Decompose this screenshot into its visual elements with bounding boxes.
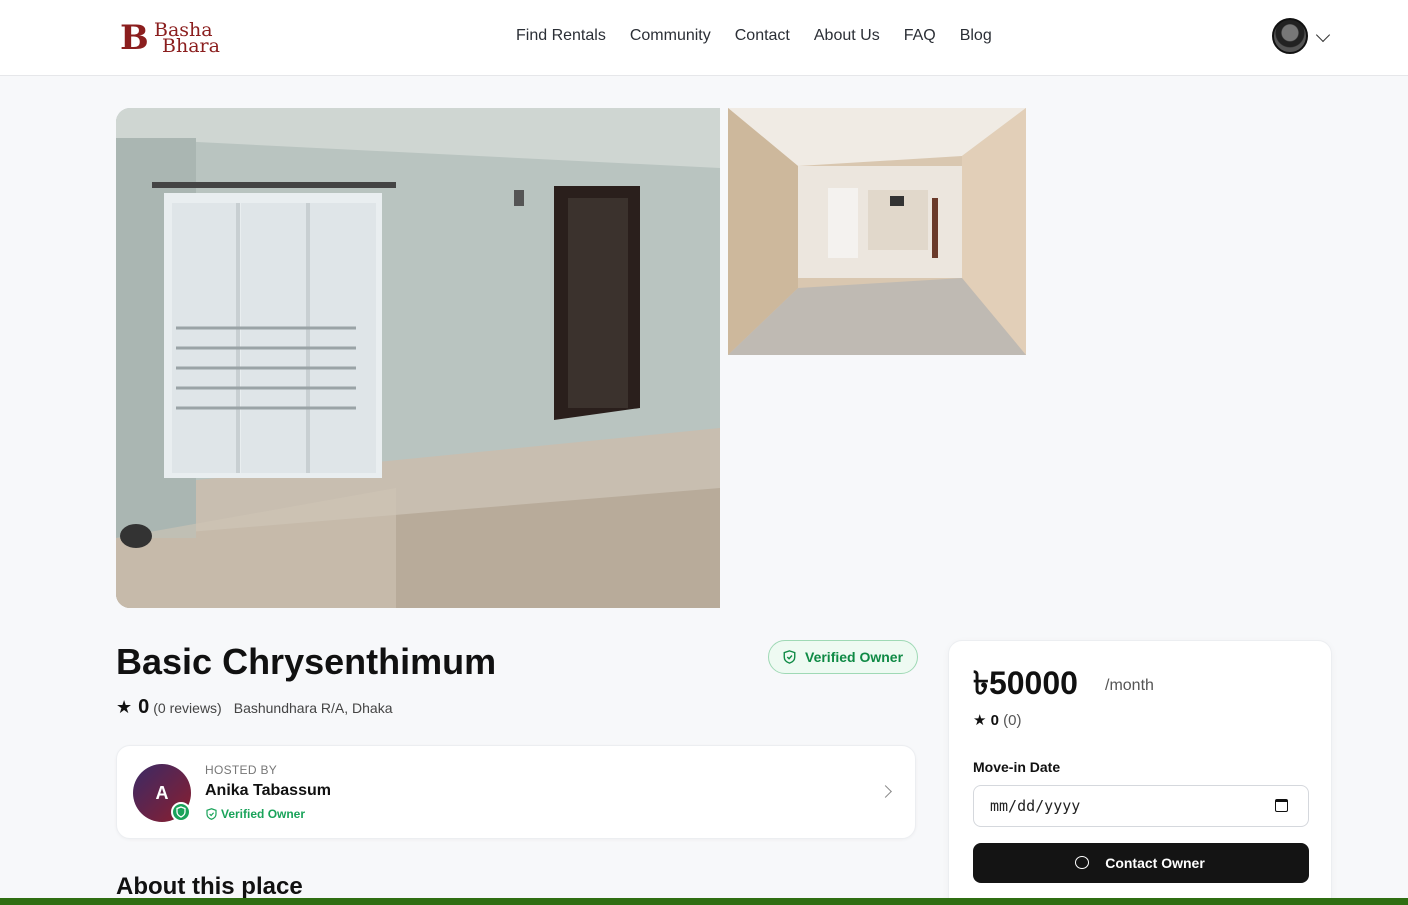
contact-owner-button[interactable]: Contact Owner	[973, 843, 1309, 883]
listing-location: Bashundhara R/A, Dhaka	[233, 700, 393, 716]
shield-icon	[176, 806, 186, 818]
star-icon: ★	[973, 712, 987, 729]
booking-rating-count: (0)	[1003, 712, 1022, 729]
nav-contact[interactable]: Contact	[735, 25, 790, 47]
hosted-by-label: HOSTED BY	[205, 763, 278, 777]
rating-value: 0	[138, 696, 150, 718]
main-nav: Find Rentals Community Contact About Us …	[516, 25, 1016, 47]
brand-logo[interactable]: B Basha Bhara	[120, 18, 230, 58]
price-value: ৳50000	[973, 665, 1078, 701]
contact-owner-label: Contact Owner	[1105, 855, 1205, 871]
chevron-right-icon	[879, 785, 892, 798]
move-in-date-label: Move-in Date	[973, 759, 1061, 775]
listing-rating-row: ★ 0 (0 reviews) Bashundhara R/A, Dhaka	[116, 696, 393, 719]
booking-rating: ★ 0 (0)	[973, 711, 1021, 729]
nav-about-us[interactable]: About Us	[814, 25, 880, 47]
nav-faq[interactable]: FAQ	[904, 25, 936, 47]
nav-find-rentals[interactable]: Find Rentals	[516, 25, 606, 47]
bottom-edge-strip	[0, 898, 1408, 905]
shield-check-icon	[783, 650, 796, 664]
verified-owner-label: Verified Owner	[805, 649, 904, 665]
nav-community[interactable]: Community	[630, 25, 711, 47]
nav-blog[interactable]: Blog	[960, 25, 992, 47]
host-verified-badge-icon	[171, 802, 191, 822]
booking-card: ৳50000 /month ★ 0 (0) Move-in Date mm/dd…	[948, 640, 1332, 905]
host-name: Anika Tabassum	[205, 782, 331, 799]
logo-mark: B	[120, 18, 149, 58]
logo-text-line2: Bhara	[162, 35, 220, 57]
listing-title: Basic Chrysenthimum	[116, 641, 497, 682]
listing-photo-main[interactable]	[116, 108, 720, 608]
chevron-down-icon[interactable]	[1315, 27, 1331, 43]
star-icon: ★	[116, 697, 133, 717]
top-navbar: B Basha Bhara Find Rentals Community Con…	[0, 0, 1408, 76]
hallway-photo-image	[728, 108, 1026, 355]
message-icon	[1075, 856, 1089, 869]
calendar-icon[interactable]	[1275, 799, 1288, 812]
listing-photo-secondary[interactable]	[728, 108, 1026, 355]
host-card[interactable]: A HOSTED BY Anika Tabassum Verified Owne…	[116, 745, 916, 839]
room-photo-image	[116, 108, 720, 608]
price-period: /month	[1105, 677, 1154, 694]
shield-check-icon	[206, 808, 217, 820]
booking-rating-value: 0	[990, 712, 999, 729]
verified-owner-badge: Verified Owner	[768, 640, 919, 674]
user-avatar[interactable]	[1272, 18, 1308, 54]
host-verified-label: Verified Owner	[221, 807, 306, 821]
move-in-date-input[interactable]: mm/dd/yyyy	[973, 785, 1309, 827]
review-count[interactable]: (0 reviews)	[153, 700, 221, 716]
